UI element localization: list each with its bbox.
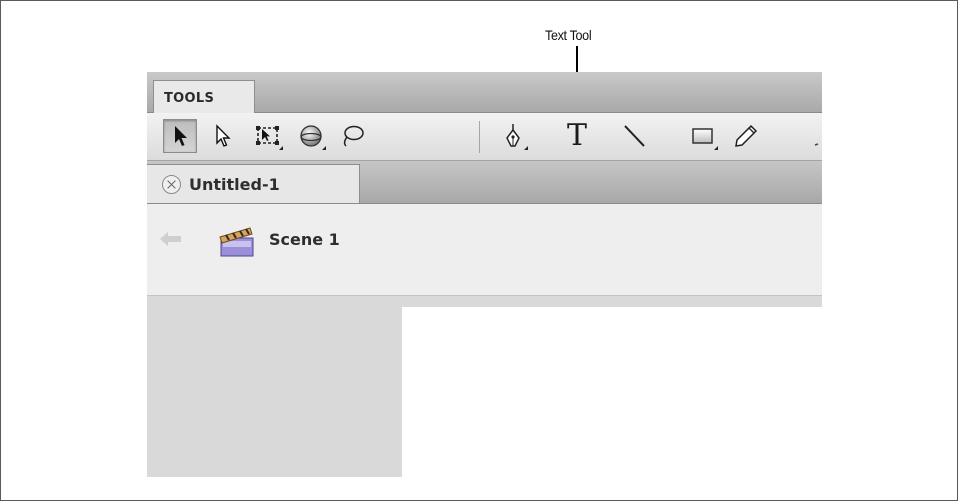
partial-tool-icon (814, 143, 819, 146)
arrow-white-icon (216, 124, 231, 147)
document-tab-bar: Untitled-1 (147, 161, 822, 204)
line-tool-button[interactable] (617, 119, 651, 153)
selection-tool-button[interactable] (163, 119, 197, 153)
free-transform-tool-button[interactable] (251, 119, 285, 153)
free-transform-icon (256, 126, 279, 145)
scene-edit-bar: Scene 1 (147, 204, 822, 296)
rectangle-icon (692, 128, 713, 144)
arrow-black-icon (175, 126, 187, 146)
3d-rotation-tool-button[interactable] (294, 119, 328, 153)
tools-panel-tab[interactable]: TOOLS (153, 80, 255, 113)
document-tab[interactable]: Untitled-1 (147, 164, 360, 203)
pen-tool-button[interactable] (496, 119, 530, 153)
next-tool-button-partial[interactable] (793, 119, 822, 153)
line-icon (624, 125, 645, 147)
flash-application-window: TOOLS T Untitled-1 Scene 1 (147, 72, 822, 477)
tools-toolbar: T (147, 113, 822, 161)
3d-rotation-icon (300, 125, 322, 147)
pencil-tool-button[interactable] (729, 119, 763, 153)
document-title: Untitled-1 (189, 174, 280, 194)
tool-group-indicator (279, 146, 283, 150)
tool-group-indicator (714, 146, 718, 150)
tool-group-indicator (524, 146, 528, 150)
lasso-icon (343, 125, 364, 147)
subselection-tool-button[interactable] (205, 119, 239, 153)
lasso-tool-button[interactable] (336, 119, 370, 153)
back-arrow-icon[interactable] (159, 231, 183, 247)
toolbar-separator (479, 121, 480, 153)
text-t-icon: T (566, 118, 587, 153)
close-circle-icon[interactable] (162, 174, 181, 194)
stage-canvas[interactable] (402, 307, 822, 477)
pen-icon (506, 124, 520, 147)
text-tool-button[interactable]: T (560, 119, 594, 153)
tool-group-indicator (322, 146, 326, 150)
pencil-icon (735, 124, 758, 147)
callout-label: Text Tool (545, 27, 592, 43)
clapperboard-icon (219, 227, 254, 257)
scene-label[interactable]: Scene 1 (269, 230, 340, 249)
tools-panel-header: TOOLS (147, 72, 822, 113)
rectangle-tool-button[interactable] (686, 119, 720, 153)
